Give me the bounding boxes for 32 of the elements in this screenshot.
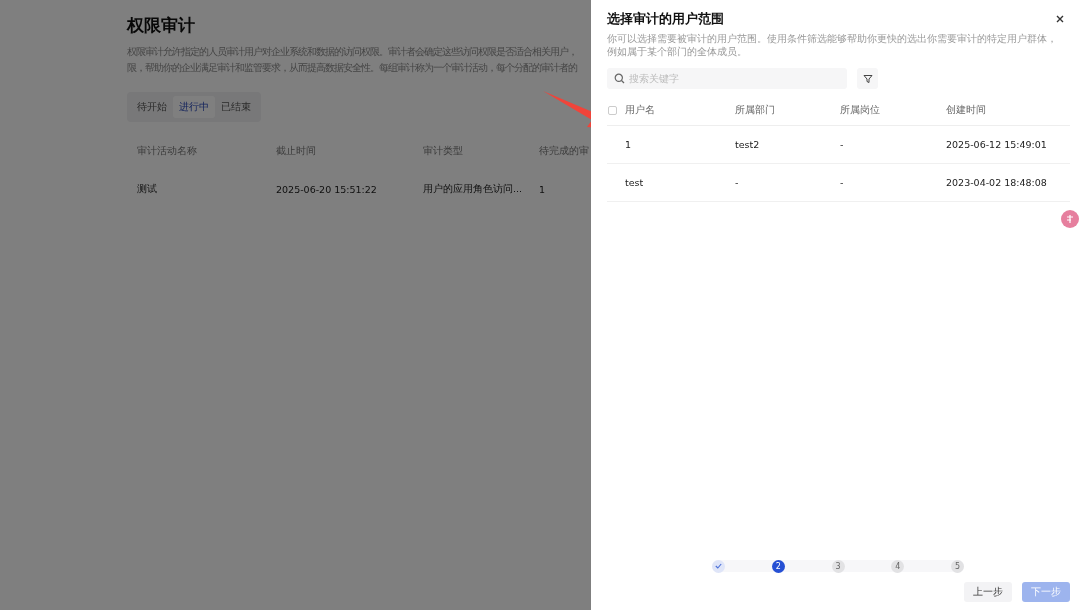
- table-cell: 2023-04-02 18:48:08: [946, 177, 1047, 188]
- table-cell-text: -: [735, 177, 740, 188]
- page-title: 权限审计: [127, 14, 195, 37]
- step-indicator: 5: [951, 559, 964, 573]
- table-cell: 1: [539, 183, 546, 195]
- table-cell-text: -: [840, 139, 845, 150]
- table-cell-text: test: [625, 177, 645, 188]
- column-header: 创建时间: [946, 103, 986, 117]
- select-all-checkbox[interactable]: [608, 105, 617, 115]
- table-cell-text: -: [840, 177, 845, 188]
- status-tab[interactable]: 已结束: [215, 96, 257, 118]
- step-indicator: 2: [771, 559, 785, 573]
- table-cell-text: test2: [735, 139, 761, 150]
- status-tab[interactable]: 进行中: [173, 96, 215, 118]
- step-indicator: 4: [891, 559, 905, 573]
- close-button[interactable]: [1054, 13, 1066, 25]
- status-tab[interactable]: 待开始: [131, 96, 173, 118]
- table-cell-text: 1: [625, 139, 633, 150]
- step-indicator: 3: [831, 559, 845, 573]
- table-cell-text: 用户的应用角色访问...: [423, 182, 524, 196]
- table-cell-text: 2025-06-20 15:51:22: [276, 183, 378, 195]
- previous-button[interactable]: 上一步: [964, 582, 1012, 602]
- drawer-title: 选择审计的用户范围: [607, 10, 724, 28]
- table-cell: 2025-06-12 15:49:01: [946, 139, 1047, 150]
- filter-button[interactable]: [857, 68, 878, 89]
- table-cell-text: 测试: [137, 182, 158, 196]
- drawer-description: 你可以选择需要被审计的用户范围。使用条件筛选能够帮助你更快的选出你需要审计的特定用户群体，例如属于某个部门的全体成员。: [607, 32, 1058, 58]
- search-icon: [614, 73, 625, 84]
- filter-icon: [862, 73, 873, 84]
- column-header: 用户名: [625, 103, 656, 117]
- column-header: 所属岗位: [840, 103, 881, 117]
- column-header: 所属部门: [735, 103, 776, 117]
